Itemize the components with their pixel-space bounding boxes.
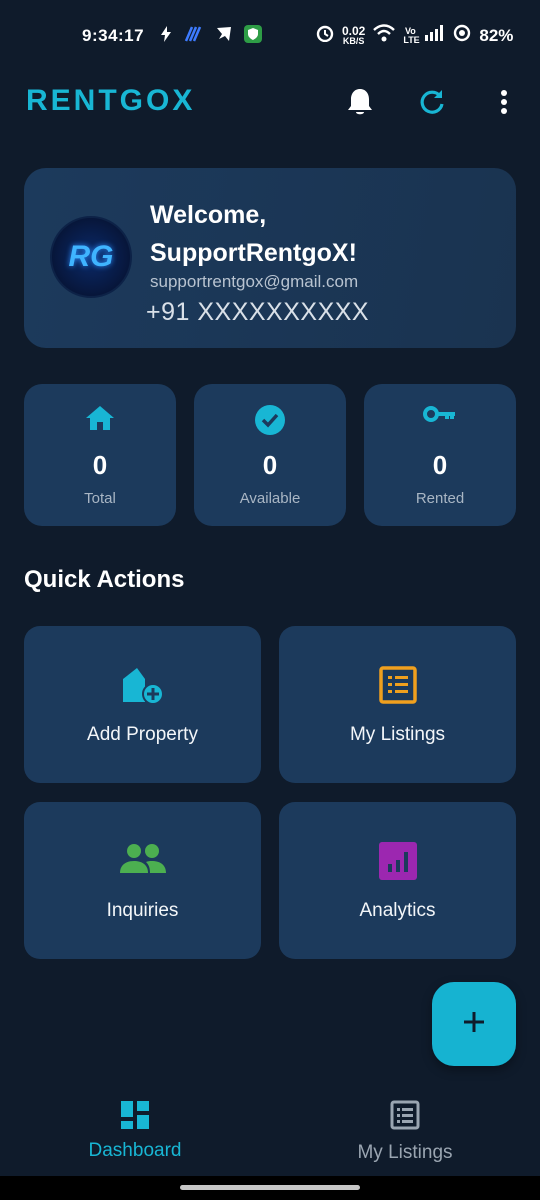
more-vert-icon [500,88,508,121]
nav-dashboard[interactable]: Dashboard [0,1100,270,1162]
people-icon [119,842,167,886]
action-label: Inquiries [106,900,179,921]
stat-label: Rented [415,490,465,507]
nav-my-listings[interactable]: My Listings [270,1100,540,1164]
key-icon [423,404,457,436]
network-speed: 0.02 KB/S [342,25,365,46]
battery-level: 82% [479,25,514,45]
stat-value: 0 [92,450,108,480]
nav-label: My Listings [357,1142,453,1163]
status-bar: 9:34:17 0.02 KB/S Vo LTE 82% [0,0,540,72]
bottom-navigation: Dashboard My Listings [0,1086,540,1176]
app-notification-icon [184,25,204,48]
alarm-icon [316,24,334,47]
app-logo: RENTGOX [26,84,196,117]
action-label: Analytics [359,900,436,921]
action-label: My Listings [349,724,446,745]
greeting-line2: SupportRentgoX! [150,239,357,267]
battery-saver-icon [453,24,471,47]
shield-icon [244,25,262,48]
signal-icon [425,25,445,46]
welcome-greeting: Welcome, SupportRentgoX! [150,196,480,272]
refresh-button[interactable] [412,84,452,124]
stat-card-available: 0 Available [194,384,346,526]
home-icon [84,404,116,436]
gesture-bar [0,1176,540,1200]
user-email: supportrentgox@gmail.com [150,272,359,291]
plus-icon [462,1010,486,1039]
welcome-card: RG Welcome, SupportRentgoX! supportrentg… [24,168,516,348]
my-listings-button[interactable]: My Listings [279,626,516,783]
dashboard-icon [120,1100,150,1134]
inquiries-button[interactable]: Inquiries [24,802,261,959]
more-options-button[interactable] [484,84,524,124]
add-property-button[interactable]: Add Property [24,626,261,783]
send-icon [216,26,232,47]
home-indicator[interactable] [180,1185,360,1190]
quick-actions-title: Quick Actions [24,566,185,593]
status-time: 9:34:17 [82,26,145,45]
stat-label: Available [239,490,301,507]
stat-card-rented: 0 Rented [364,384,516,526]
stat-card-total: 0 Total [24,384,176,526]
notifications-button[interactable] [340,84,380,124]
net-speed-unit: KB/S [342,36,365,46]
analytics-icon [378,842,417,886]
app-bar: RENTGOX [0,72,540,132]
stat-value: 0 [432,450,448,480]
add-home-icon [121,666,165,710]
volte-indicator: Vo LTE [403,25,420,45]
analytics-button[interactable]: Analytics [279,802,516,959]
flash-icon [160,26,172,47]
stat-value: 0 [262,450,278,480]
refresh-icon [418,88,446,121]
stat-label: Total [84,490,116,507]
list-icon [378,666,417,710]
avatar: RG [50,216,132,298]
user-phone: +91 XXXXXXXXXX [146,298,370,326]
bell-icon [346,87,374,122]
add-fab-button[interactable] [432,982,516,1066]
nav-label: Dashboard [88,1140,182,1161]
list-icon [390,1100,420,1134]
greeting-line1: Welcome, [150,201,267,229]
action-label: Add Property [87,724,198,745]
wifi-icon [373,24,396,47]
check-circle-icon [254,404,286,436]
